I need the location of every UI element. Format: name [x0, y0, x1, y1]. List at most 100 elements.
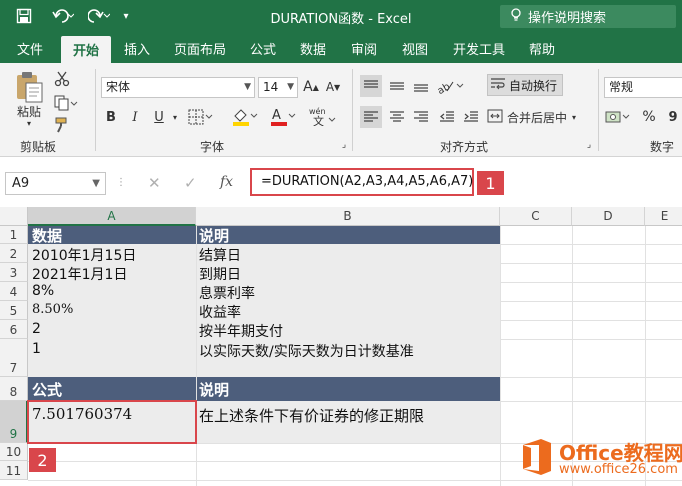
- tab-data[interactable]: 数据: [300, 39, 326, 58]
- gridline: [500, 282, 682, 283]
- underline-button[interactable]: U: [149, 107, 169, 127]
- merge-center-button[interactable]: 合并后居中 ▾: [487, 106, 595, 128]
- row-header-8[interactable]: 8: [0, 377, 28, 401]
- gridline: [500, 320, 682, 321]
- tab-review[interactable]: 审阅: [351, 39, 377, 58]
- tab-help[interactable]: 帮助: [529, 39, 555, 58]
- percent-style-button[interactable]: %: [640, 107, 658, 127]
- cell-b4[interactable]: 息票利率: [199, 283, 255, 303]
- insert-function-icon[interactable]: fx: [220, 174, 233, 190]
- comma-style-button[interactable]: 9: [664, 107, 682, 127]
- enter-icon[interactable]: ✓: [184, 174, 197, 192]
- column-header-e[interactable]: E: [645, 207, 682, 226]
- font-color-icon[interactable]: A: [268, 105, 298, 127]
- bold-button[interactable]: B: [101, 107, 121, 127]
- font-dialog-icon[interactable]: ⌟: [338, 139, 350, 151]
- paste-icon[interactable]: [14, 71, 44, 103]
- font-size-combo[interactable]: 14 ▼: [258, 77, 298, 98]
- row-header-11[interactable]: 11: [0, 461, 28, 480]
- row-header-9[interactable]: 9: [0, 401, 28, 443]
- cancel-icon[interactable]: ✕: [148, 174, 161, 192]
- undo-icon[interactable]: [48, 6, 78, 26]
- tab-formulas[interactable]: 公式: [250, 39, 276, 58]
- tab-page-layout[interactable]: 页面布局: [174, 39, 226, 58]
- tab-file[interactable]: 文件: [17, 39, 43, 58]
- align-center-icon[interactable]: [386, 106, 408, 128]
- paste-dropdown-icon[interactable]: ▾: [22, 118, 36, 128]
- orientation-icon[interactable]: ab: [436, 75, 466, 97]
- align-bottom-icon[interactable]: [410, 75, 432, 97]
- cell-a5[interactable]: 8.50%: [32, 302, 73, 317]
- cell-a1[interactable]: 数据: [32, 225, 62, 246]
- customize-icon[interactable]: ▾: [118, 6, 134, 26]
- row-header-4[interactable]: 4: [0, 282, 28, 301]
- cell-a4[interactable]: 8%: [32, 283, 54, 299]
- svg-text:ab: ab: [437, 81, 452, 94]
- align-top-icon[interactable]: [360, 75, 382, 97]
- increase-font-icon[interactable]: A ▲: [302, 77, 320, 97]
- gridline: [500, 226, 501, 486]
- formula-input[interactable]: =DURATION(A2,A3,A4,A5,A6,A7): [250, 168, 474, 196]
- tab-home[interactable]: 开始: [61, 36, 112, 63]
- chevron-down-icon: ▼: [92, 178, 100, 189]
- row-number: 2: [9, 247, 18, 261]
- align-left-icon[interactable]: [360, 106, 382, 128]
- row-header-3[interactable]: 3: [0, 263, 28, 282]
- row-header-1[interactable]: 1: [0, 226, 28, 244]
- tab-developer[interactable]: 开发工具: [453, 39, 505, 58]
- row-header-7[interactable]: 7: [0, 339, 28, 377]
- copy-icon[interactable]: [52, 93, 80, 113]
- accounting-format-icon[interactable]: [604, 107, 634, 127]
- align-middle-icon[interactable]: [386, 75, 408, 97]
- cell-a6[interactable]: 2: [32, 321, 41, 337]
- cell-b1[interactable]: 说明: [199, 225, 229, 246]
- column-header-a[interactable]: A: [28, 207, 196, 226]
- number-format-combo[interactable]: 常规: [604, 77, 682, 98]
- increase-indent-icon[interactable]: [460, 106, 482, 128]
- cell-a3[interactable]: 2021年1月1日: [32, 264, 127, 284]
- column-header-b[interactable]: B: [196, 207, 500, 226]
- number-format-value: 常规: [609, 80, 634, 94]
- cell-a2[interactable]: 2010年1月15日: [32, 245, 136, 265]
- select-all-corner[interactable]: [0, 207, 28, 226]
- cut-icon[interactable]: [52, 69, 72, 89]
- format-painter-icon[interactable]: [52, 115, 72, 135]
- paste-button[interactable]: 粘贴: [14, 103, 44, 119]
- phonetic-icon[interactable]: wén 文: [308, 105, 338, 127]
- tell-me-search[interactable]: 操作说明搜索: [500, 5, 676, 28]
- cell-b9[interactable]: 在上述条件下有价证券的修正期限: [199, 405, 424, 426]
- alignment-dialog-icon[interactable]: ⌟: [583, 139, 595, 151]
- font-name-combo[interactable]: 宋体 ▼: [101, 77, 255, 98]
- cell-b3[interactable]: 到期日: [199, 264, 241, 284]
- cell-b6[interactable]: 按半年期支付: [199, 321, 283, 341]
- row-number: 8: [9, 385, 18, 399]
- save-icon[interactable]: [12, 6, 36, 26]
- decrease-font-icon[interactable]: A ▼: [324, 77, 342, 97]
- row-header-10[interactable]: 10: [0, 443, 28, 461]
- italic-button[interactable]: I: [125, 107, 145, 127]
- redo-icon[interactable]: [84, 6, 114, 26]
- tab-insert[interactable]: 插入: [124, 39, 150, 58]
- tab-view[interactable]: 视图: [402, 39, 428, 58]
- cell-b2[interactable]: 结算日: [199, 245, 241, 265]
- wrap-text-button[interactable]: 自动换行: [487, 74, 563, 96]
- row-header-6[interactable]: 6: [0, 320, 28, 339]
- font-group-label: 字体: [200, 140, 225, 154]
- row-header-2[interactable]: 2: [0, 244, 28, 263]
- column-header-c[interactable]: C: [500, 207, 572, 226]
- borders-icon[interactable]: [186, 107, 216, 127]
- align-right-icon[interactable]: [410, 106, 432, 128]
- cell-a8[interactable]: 公式: [32, 379, 62, 400]
- name-box[interactable]: A9 ▼: [5, 172, 106, 195]
- decrease-indent-icon[interactable]: [436, 106, 458, 128]
- column-header-d[interactable]: D: [572, 207, 645, 226]
- underline-dropdown-icon[interactable]: ▾: [170, 107, 180, 127]
- row-header-5[interactable]: 5: [0, 301, 28, 320]
- watermark-url: www.office26.com: [559, 462, 678, 477]
- cell-b8[interactable]: 说明: [199, 379, 229, 400]
- cell-b7[interactable]: 以实际天数/实际天数为日计数基准: [199, 341, 414, 361]
- merge-center-label: 合并后居中: [507, 110, 568, 125]
- cell-b5[interactable]: 收益率: [199, 302, 241, 322]
- cell-a7[interactable]: 1: [32, 341, 41, 357]
- fill-color-icon[interactable]: [230, 105, 260, 127]
